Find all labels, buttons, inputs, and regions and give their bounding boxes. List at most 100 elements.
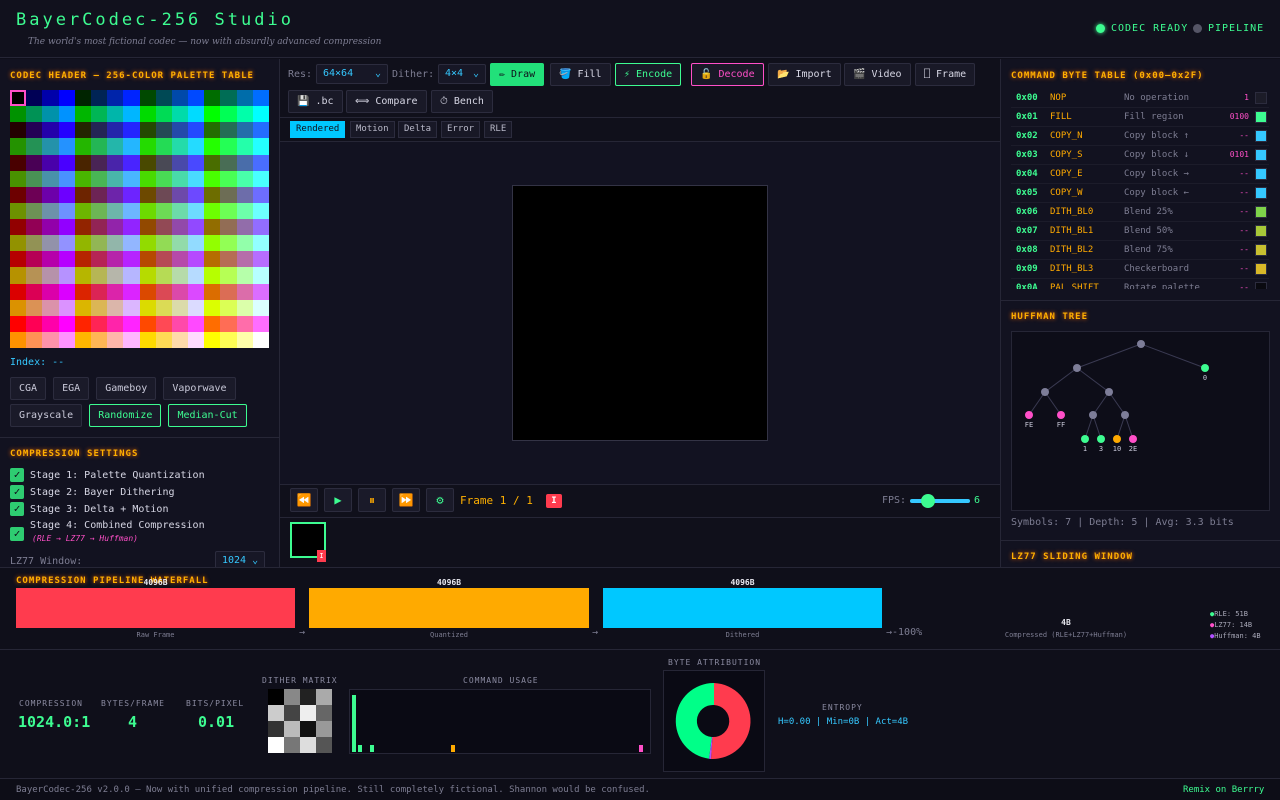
palette-grid[interactable]: [10, 90, 269, 348]
palette-swatch[interactable]: [42, 315, 59, 332]
palette-swatch[interactable]: [107, 106, 124, 123]
palette-swatch[interactable]: [171, 235, 189, 252]
palette-swatch[interactable]: [155, 170, 172, 187]
palette-swatch[interactable]: [42, 235, 59, 252]
palette-swatch[interactable]: [236, 170, 253, 187]
command-row[interactable]: 0x05 COPY_W Copy block ← --: [1011, 184, 1269, 203]
palette-swatch[interactable]: [204, 219, 221, 236]
palette-swatch[interactable]: [220, 186, 237, 203]
palette-swatch[interactable]: [171, 315, 189, 332]
preset-gameboy-button[interactable]: Gameboy: [96, 377, 157, 400]
palette-swatch[interactable]: [123, 235, 140, 252]
palette-swatch[interactable]: [107, 186, 124, 203]
preset-grayscale-button[interactable]: Grayscale: [10, 404, 83, 427]
tab-error[interactable]: Error: [441, 121, 481, 138]
tab-motion[interactable]: Motion: [350, 121, 395, 138]
palette-swatch[interactable]: [252, 202, 269, 219]
palette-swatch[interactable]: [252, 315, 269, 332]
palette-swatch[interactable]: [123, 283, 140, 300]
palette-swatch[interactable]: [58, 235, 75, 252]
palette-swatch[interactable]: [123, 154, 140, 171]
palette-swatch[interactable]: [58, 219, 75, 236]
palette-swatch[interactable]: [155, 315, 172, 332]
palette-swatch[interactable]: [26, 170, 43, 187]
palette-swatch[interactable]: [139, 170, 156, 187]
palette-swatch[interactable]: [123, 219, 140, 236]
stage3-checkbox[interactable]: ✓ Stage 3: Delta + Motion: [10, 502, 168, 516]
frame-button[interactable]: ⎕ Frame: [915, 63, 976, 86]
stage2-checkbox[interactable]: ✓ Stage 2: Bayer Dithering: [10, 485, 175, 499]
palette-swatch[interactable]: [90, 90, 108, 107]
palette-swatch[interactable]: [42, 251, 59, 268]
median-cut-button[interactable]: Median-Cut: [168, 404, 247, 427]
palette-swatch[interactable]: [155, 299, 172, 316]
palette-swatch[interactable]: [42, 122, 59, 139]
palette-swatch[interactable]: [139, 186, 156, 203]
decode-button[interactable]: 🔓 Decode: [691, 63, 764, 86]
palette-swatch[interactable]: [188, 219, 205, 236]
palette-swatch[interactable]: [58, 138, 75, 155]
palette-swatch[interactable]: [236, 331, 253, 348]
palette-swatch[interactable]: [236, 299, 253, 316]
frame-thumbnail[interactable]: I: [290, 522, 326, 562]
palette-swatch[interactable]: [220, 170, 237, 187]
palette-swatch[interactable]: [107, 299, 124, 316]
palette-swatch[interactable]: [220, 331, 237, 348]
preset-cga-button[interactable]: CGA: [10, 377, 47, 400]
palette-swatch[interactable]: [139, 315, 156, 332]
fps-slider[interactable]: [910, 494, 970, 508]
palette-swatch[interactable]: [74, 202, 91, 219]
palette-swatch[interactable]: [252, 186, 269, 203]
palette-swatch[interactable]: [220, 235, 237, 252]
palette-swatch[interactable]: [107, 122, 124, 139]
palette-swatch[interactable]: [58, 315, 75, 332]
palette-swatch[interactable]: [74, 331, 91, 348]
palette-swatch[interactable]: [171, 90, 189, 107]
stage1-checkbox[interactable]: ✓ Stage 1: Palette Quantization: [10, 468, 205, 482]
palette-swatch[interactable]: [204, 154, 221, 171]
palette-swatch[interactable]: [171, 283, 189, 300]
palette-swatch[interactable]: [155, 154, 172, 171]
palette-swatch[interactable]: [42, 202, 59, 219]
palette-swatch[interactable]: [107, 138, 124, 155]
bench-button[interactable]: ⏱ Bench: [431, 90, 493, 113]
palette-swatch[interactable]: [139, 267, 156, 284]
palette-swatch[interactable]: [236, 315, 253, 332]
palette-swatch[interactable]: [220, 90, 237, 107]
palette-swatch[interactable]: [204, 106, 221, 123]
palette-swatch[interactable]: [58, 106, 75, 123]
drawing-canvas[interactable]: [512, 185, 768, 441]
palette-swatch[interactable]: [220, 202, 237, 219]
palette-swatch[interactable]: [139, 90, 156, 107]
palette-swatch[interactable]: [90, 283, 108, 300]
palette-swatch[interactable]: [139, 235, 156, 252]
video-button[interactable]: 🎬 Video: [844, 63, 911, 86]
palette-swatch[interactable]: [220, 251, 237, 268]
palette-swatch[interactable]: [26, 122, 43, 139]
palette-swatch[interactable]: [252, 267, 269, 284]
palette-swatch[interactable]: [58, 267, 75, 284]
palette-swatch[interactable]: [188, 283, 205, 300]
palette-swatch[interactable]: [171, 219, 189, 236]
palette-swatch[interactable]: [188, 235, 205, 252]
preset-ega-button[interactable]: EGA: [53, 377, 90, 400]
palette-swatch[interactable]: [58, 122, 75, 139]
palette-swatch[interactable]: [236, 202, 253, 219]
palette-swatch[interactable]: [90, 299, 108, 316]
rewind-button[interactable]: ⏪: [290, 488, 318, 512]
palette-swatch[interactable]: [188, 138, 205, 155]
palette-swatch[interactable]: [90, 202, 108, 219]
stage4-checkbox[interactable]: ✓ Stage 4: Combined Compression (RLE → L…: [10, 520, 205, 543]
palette-swatch[interactable]: [188, 267, 205, 284]
palette-swatch[interactable]: [204, 315, 221, 332]
palette-swatch[interactable]: [58, 154, 75, 171]
palette-swatch[interactable]: [58, 202, 75, 219]
palette-swatch[interactable]: [171, 267, 189, 284]
palette-swatch[interactable]: [188, 90, 205, 107]
palette-swatch[interactable]: [42, 331, 59, 348]
palette-swatch[interactable]: [123, 106, 140, 123]
palette-swatch[interactable]: [90, 331, 108, 348]
command-row[interactable]: 0x06 DITH_BL0 Blend 25% --: [1011, 203, 1269, 222]
palette-swatch[interactable]: [155, 138, 172, 155]
palette-swatch[interactable]: [42, 90, 59, 107]
